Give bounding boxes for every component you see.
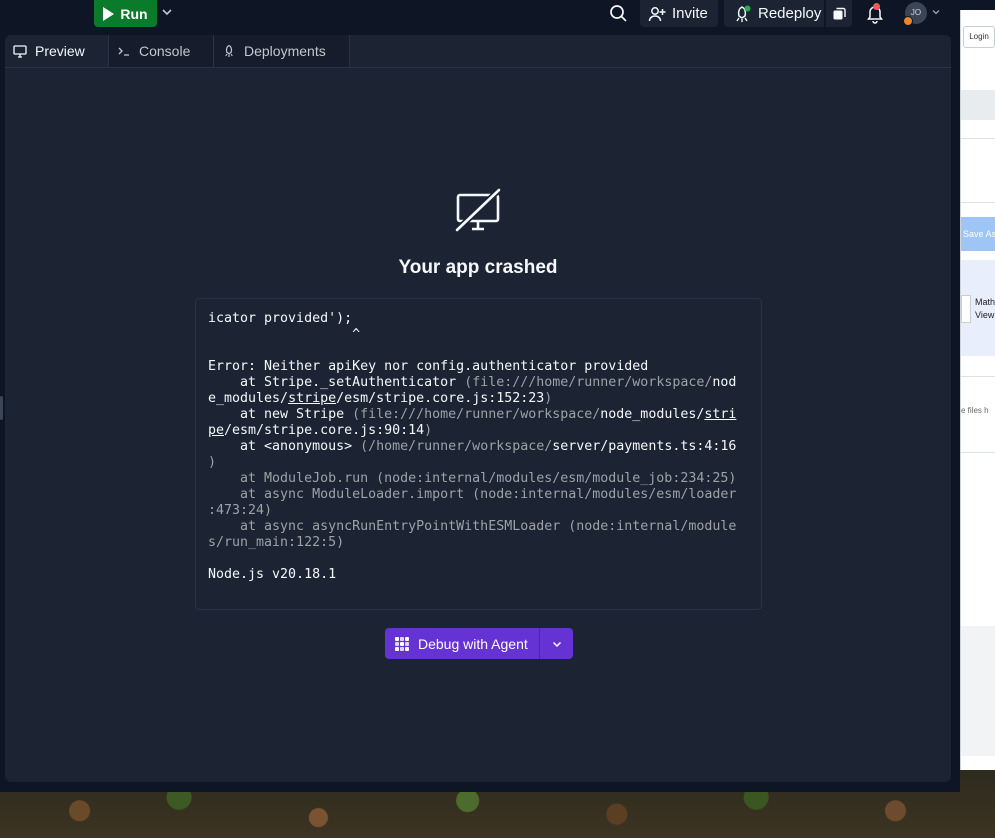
invite-button[interactable]: Invite xyxy=(640,0,718,27)
log-path: stri xyxy=(704,407,737,422)
add-user-icon xyxy=(648,6,666,21)
monitor-icon xyxy=(13,45,27,58)
log-line: icator provided'); xyxy=(208,311,353,326)
notification-badge xyxy=(873,3,880,10)
log-path: /esm/stripe.core.js:152:23 xyxy=(336,391,545,406)
tab-deployments[interactable]: Deployments xyxy=(214,35,350,67)
background-math-line1: Math xyxy=(975,297,995,307)
invite-label: Invite xyxy=(672,5,708,22)
redeploy-button[interactable]: Redeploy xyxy=(724,0,824,27)
window-toggle-button[interactable] xyxy=(826,0,852,27)
error-log-box: icator provided'); ^ Error: Neither apiK… xyxy=(195,298,762,610)
monitor-off-icon xyxy=(454,187,502,233)
log-path: node_modules/ xyxy=(600,407,705,422)
log-line: at <anonymous> xyxy=(208,439,361,454)
background-divider xyxy=(961,376,995,377)
preview-pane: Preview Console Deployments Your app cra… xyxy=(5,35,951,782)
background-math-label: Math View xyxy=(975,296,995,322)
background-window: Login Save As Math View e files h xyxy=(960,10,995,770)
log-path: /esm/stripe.core.js:90:14 xyxy=(224,423,425,438)
log-line: at ModuleJob.run (node:internal/modules/… xyxy=(208,471,737,486)
deploy-icon xyxy=(225,44,233,57)
log-line: at async asyncRunEntryPointWithESMLoader… xyxy=(208,519,737,534)
log-path: stripe xyxy=(288,391,337,406)
copy-window-icon xyxy=(833,7,846,19)
log-line: s/run_main:122:5) xyxy=(208,535,345,550)
run-label: Run xyxy=(120,5,148,22)
pane-tabs: Preview Console Deployments xyxy=(5,35,951,68)
tab-label: Preview xyxy=(35,43,85,59)
debug-with-agent-button[interactable]: Debug with Agent xyxy=(385,628,539,659)
background-toolbar xyxy=(961,90,995,120)
log-path: ) xyxy=(424,423,433,438)
terminal-icon xyxy=(118,47,129,56)
log-line: ) xyxy=(208,455,217,470)
redeploy-label: Redeploy xyxy=(758,5,822,22)
background-files-text: e files h xyxy=(961,406,989,415)
avatar-status-badge xyxy=(903,16,913,26)
log-path: (file:///home/runner/workspace/ xyxy=(352,407,601,422)
background-divider xyxy=(961,202,995,203)
tab-console[interactable]: Console xyxy=(109,35,214,67)
log-path: pe xyxy=(208,423,225,438)
log-path: server/payments.ts:4:16 xyxy=(552,439,737,454)
debug-options-button[interactable] xyxy=(539,628,573,659)
chevron-down-icon[interactable] xyxy=(159,4,175,20)
log-path: ) xyxy=(544,391,553,406)
log-line: at async ModuleLoader.import (node:inter… xyxy=(208,487,737,502)
log-path: nod xyxy=(712,375,737,390)
log-path: (/home/runner/workspace/ xyxy=(360,439,553,454)
chevron-down-icon[interactable] xyxy=(930,6,942,18)
chevron-down-icon xyxy=(552,641,561,647)
tab-label: Console xyxy=(139,43,191,59)
log-line: at Stripe._setAuthenticator xyxy=(208,375,465,390)
background-divider xyxy=(961,138,995,139)
run-button[interactable]: Run xyxy=(94,0,157,27)
crash-title: Your app crashed xyxy=(398,257,558,278)
error-log: icator provided'); ^ Error: Neither apiK… xyxy=(208,311,748,583)
search-icon[interactable] xyxy=(608,3,628,23)
deploy-icon xyxy=(736,5,751,22)
background-math-line2: View xyxy=(975,310,995,320)
tab-label: Deployments xyxy=(244,43,326,59)
background-save-button: Save As xyxy=(961,217,995,251)
top-bar: Run Invite Redeploy JO xyxy=(0,0,960,30)
replit-window: Run Invite Redeploy JO Preview Console D… xyxy=(0,0,960,792)
background-checkbox xyxy=(961,295,971,323)
debug-label: Debug with Agent xyxy=(418,635,528,652)
agent-icon xyxy=(395,636,409,651)
tab-preview[interactable]: Preview xyxy=(5,35,109,67)
log-line: ^ xyxy=(208,327,361,342)
background-login-button: Login xyxy=(963,26,995,48)
log-line: at new Stripe xyxy=(208,407,353,422)
resize-handle[interactable] xyxy=(0,396,3,420)
log-line: Error: Neither apiKey nor config.authent… xyxy=(208,359,649,374)
log-path: e_modules/ xyxy=(208,391,289,406)
log-line: Node.js v20.18.1 xyxy=(208,567,337,582)
log-path: (file:///home/runner/workspace/ xyxy=(464,375,713,390)
play-icon xyxy=(103,6,115,21)
background-grey-area xyxy=(961,626,995,756)
log-line: :473:24) xyxy=(208,503,273,518)
background-divider xyxy=(961,452,995,453)
